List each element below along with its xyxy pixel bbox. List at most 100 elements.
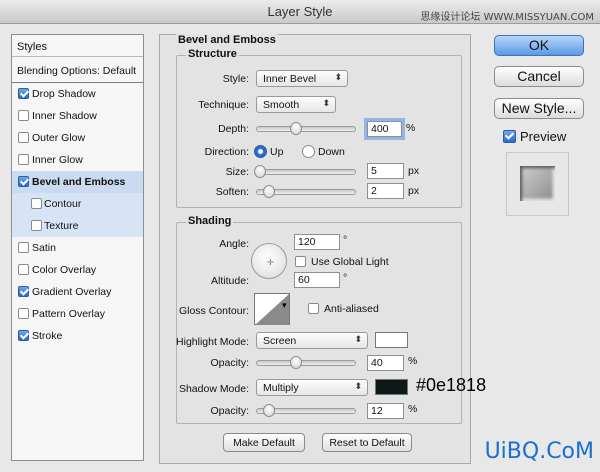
shadow-mode-select[interactable]: Multiply ⬍	[256, 379, 368, 396]
styles-list: Styles Blending Options: Default Drop Sh…	[11, 34, 144, 461]
style-item-label: Color Overlay	[32, 264, 97, 276]
dialog-content: Styles Blending Options: Default Drop Sh…	[0, 25, 600, 472]
size-slider[interactable]	[253, 165, 356, 178]
angle-label: Angle:	[219, 238, 249, 250]
style-item-label: Pattern Overlay	[32, 308, 105, 320]
angle-unit: °	[343, 234, 348, 246]
bevel-style-select[interactable]: Inner Bevel ⬍	[256, 70, 348, 87]
panel-title: Bevel and Emboss	[176, 34, 278, 46]
size-field[interactable]: 5	[367, 163, 404, 179]
preview-thumbnail	[506, 152, 569, 216]
select-arrows-icon: ⬍	[354, 334, 362, 344]
highlight-opacity-slider[interactable]	[256, 356, 356, 369]
direction-down-label: Down	[318, 146, 345, 158]
style-item-label: Inner Shadow	[32, 110, 97, 122]
depth-slider[interactable]	[256, 122, 356, 135]
shadow-opacity-thumb[interactable]	[262, 404, 275, 417]
style-item-label: Contour	[44, 198, 82, 210]
style-item-inner-glow[interactable]: Inner Glow	[12, 149, 143, 171]
style-item-gradient-overlay[interactable]: Gradient Overlay	[12, 281, 143, 303]
highlight-mode-label: Highlight Mode:	[176, 336, 249, 348]
angle-field[interactable]: 120	[294, 234, 340, 250]
global-light-checkbox[interactable]	[295, 256, 306, 267]
gloss-contour-picker[interactable]: ▾	[254, 293, 290, 325]
styles-header[interactable]: Styles	[12, 35, 143, 57]
bevel-emboss-checkbox[interactable]	[18, 176, 29, 187]
shadow-opacity-label: Opacity:	[210, 405, 249, 417]
reset-default-button[interactable]: Reset to Default	[322, 433, 412, 452]
highlight-color-swatch[interactable]	[375, 332, 408, 348]
style-item-bevel-emboss[interactable]: Bevel and Emboss	[12, 171, 143, 193]
style-item-color-overlay[interactable]: Color Overlay	[12, 259, 143, 281]
texture-checkbox[interactable]	[31, 220, 42, 231]
watermark-bottom: UiBQ.CoM	[484, 439, 594, 464]
soften-label: Soften:	[215, 186, 249, 198]
highlight-mode-select[interactable]: Screen ⬍	[256, 332, 368, 349]
soften-field[interactable]: 2	[367, 183, 404, 199]
shadow-opacity-field[interactable]: 12	[367, 403, 404, 419]
watermark-top: 思缘设计论坛 WWW.MISSYUAN.COM	[420, 12, 594, 23]
highlight-mode-value: Screen	[263, 335, 297, 347]
angle-dial[interactable]: ✛	[251, 243, 287, 279]
shadow-color-swatch[interactable]	[375, 379, 408, 395]
shadow-opacity-slider[interactable]	[256, 404, 356, 417]
highlight-opacity-unit: %	[408, 355, 418, 367]
style-item-label: Gradient Overlay	[32, 286, 112, 298]
outer-glow-checkbox[interactable]	[18, 132, 29, 143]
style-item-label: Satin	[32, 242, 56, 254]
preview-swatch	[520, 166, 555, 201]
pattern-overlay-checkbox[interactable]	[18, 308, 29, 319]
size-slider-thumb[interactable]	[253, 165, 266, 178]
shadow-color-annotation: #0e1818	[416, 375, 487, 395]
inner-glow-checkbox[interactable]	[18, 154, 29, 165]
drop-shadow-checkbox[interactable]	[18, 88, 29, 99]
new-style-button[interactable]: New Style...	[494, 98, 584, 119]
style-item-stroke[interactable]: Stroke	[12, 325, 143, 347]
satin-checkbox[interactable]	[18, 242, 29, 253]
blending-options-item[interactable]: Blending Options: Default	[12, 57, 143, 83]
depth-unit: %	[406, 122, 416, 134]
shadow-opacity-unit: %	[408, 403, 418, 415]
structure-title: Structure	[186, 48, 239, 60]
technique-select[interactable]: Smooth ⬍	[256, 96, 336, 113]
altitude-field[interactable]: 60	[294, 272, 340, 288]
anti-aliased-label: Anti-aliased	[324, 303, 379, 315]
style-item-drop-shadow[interactable]: Drop Shadow	[12, 83, 143, 105]
style-item-inner-shadow[interactable]: Inner Shadow	[12, 105, 143, 127]
ok-button[interactable]: OK	[494, 35, 584, 56]
soften-slider[interactable]	[256, 185, 356, 198]
highlight-opacity-label: Opacity:	[210, 357, 249, 369]
contour-checkbox[interactable]	[31, 198, 42, 209]
inner-shadow-checkbox[interactable]	[18, 110, 29, 121]
style-item-label: Inner Glow	[32, 154, 83, 166]
style-item-satin[interactable]: Satin	[12, 237, 143, 259]
make-default-button[interactable]: Make Default	[223, 433, 305, 452]
title-bar: Layer Style 思缘设计论坛 WWW.MISSYUAN.COM	[0, 0, 600, 24]
style-item-pattern-overlay[interactable]: Pattern Overlay	[12, 303, 143, 325]
direction-up-radio[interactable]	[254, 145, 267, 158]
preview-checkbox[interactable]	[503, 130, 516, 143]
preview-label: Preview	[520, 129, 567, 144]
technique-value: Smooth	[263, 99, 300, 111]
anti-aliased-checkbox[interactable]	[308, 303, 319, 314]
highlight-opacity-field[interactable]: 40	[367, 355, 404, 371]
gradient-overlay-checkbox[interactable]	[18, 286, 29, 297]
cancel-button[interactable]: Cancel	[494, 66, 584, 87]
style-item-texture[interactable]: Texture	[12, 215, 143, 237]
style-item-label: Outer Glow	[32, 132, 86, 144]
size-label: Size:	[225, 166, 249, 178]
style-item-contour[interactable]: Contour	[12, 193, 143, 215]
style-item-outer-glow[interactable]: Outer Glow	[12, 127, 143, 149]
select-arrows-icon: ⬍	[322, 98, 330, 108]
depth-field[interactable]: 400	[364, 118, 405, 140]
stroke-checkbox[interactable]	[18, 330, 29, 341]
crosshair-icon: ✛	[267, 258, 274, 267]
soften-slider-thumb[interactable]	[262, 185, 275, 198]
style-item-label: Drop Shadow	[32, 88, 96, 100]
direction-down-radio[interactable]	[302, 145, 315, 158]
style-item-label: Texture	[44, 220, 79, 232]
shading-title: Shading	[186, 215, 234, 227]
direction-label: Direction:	[204, 146, 249, 158]
gloss-contour-label: Gloss Contour:	[178, 305, 249, 317]
color-overlay-checkbox[interactable]	[18, 264, 29, 275]
